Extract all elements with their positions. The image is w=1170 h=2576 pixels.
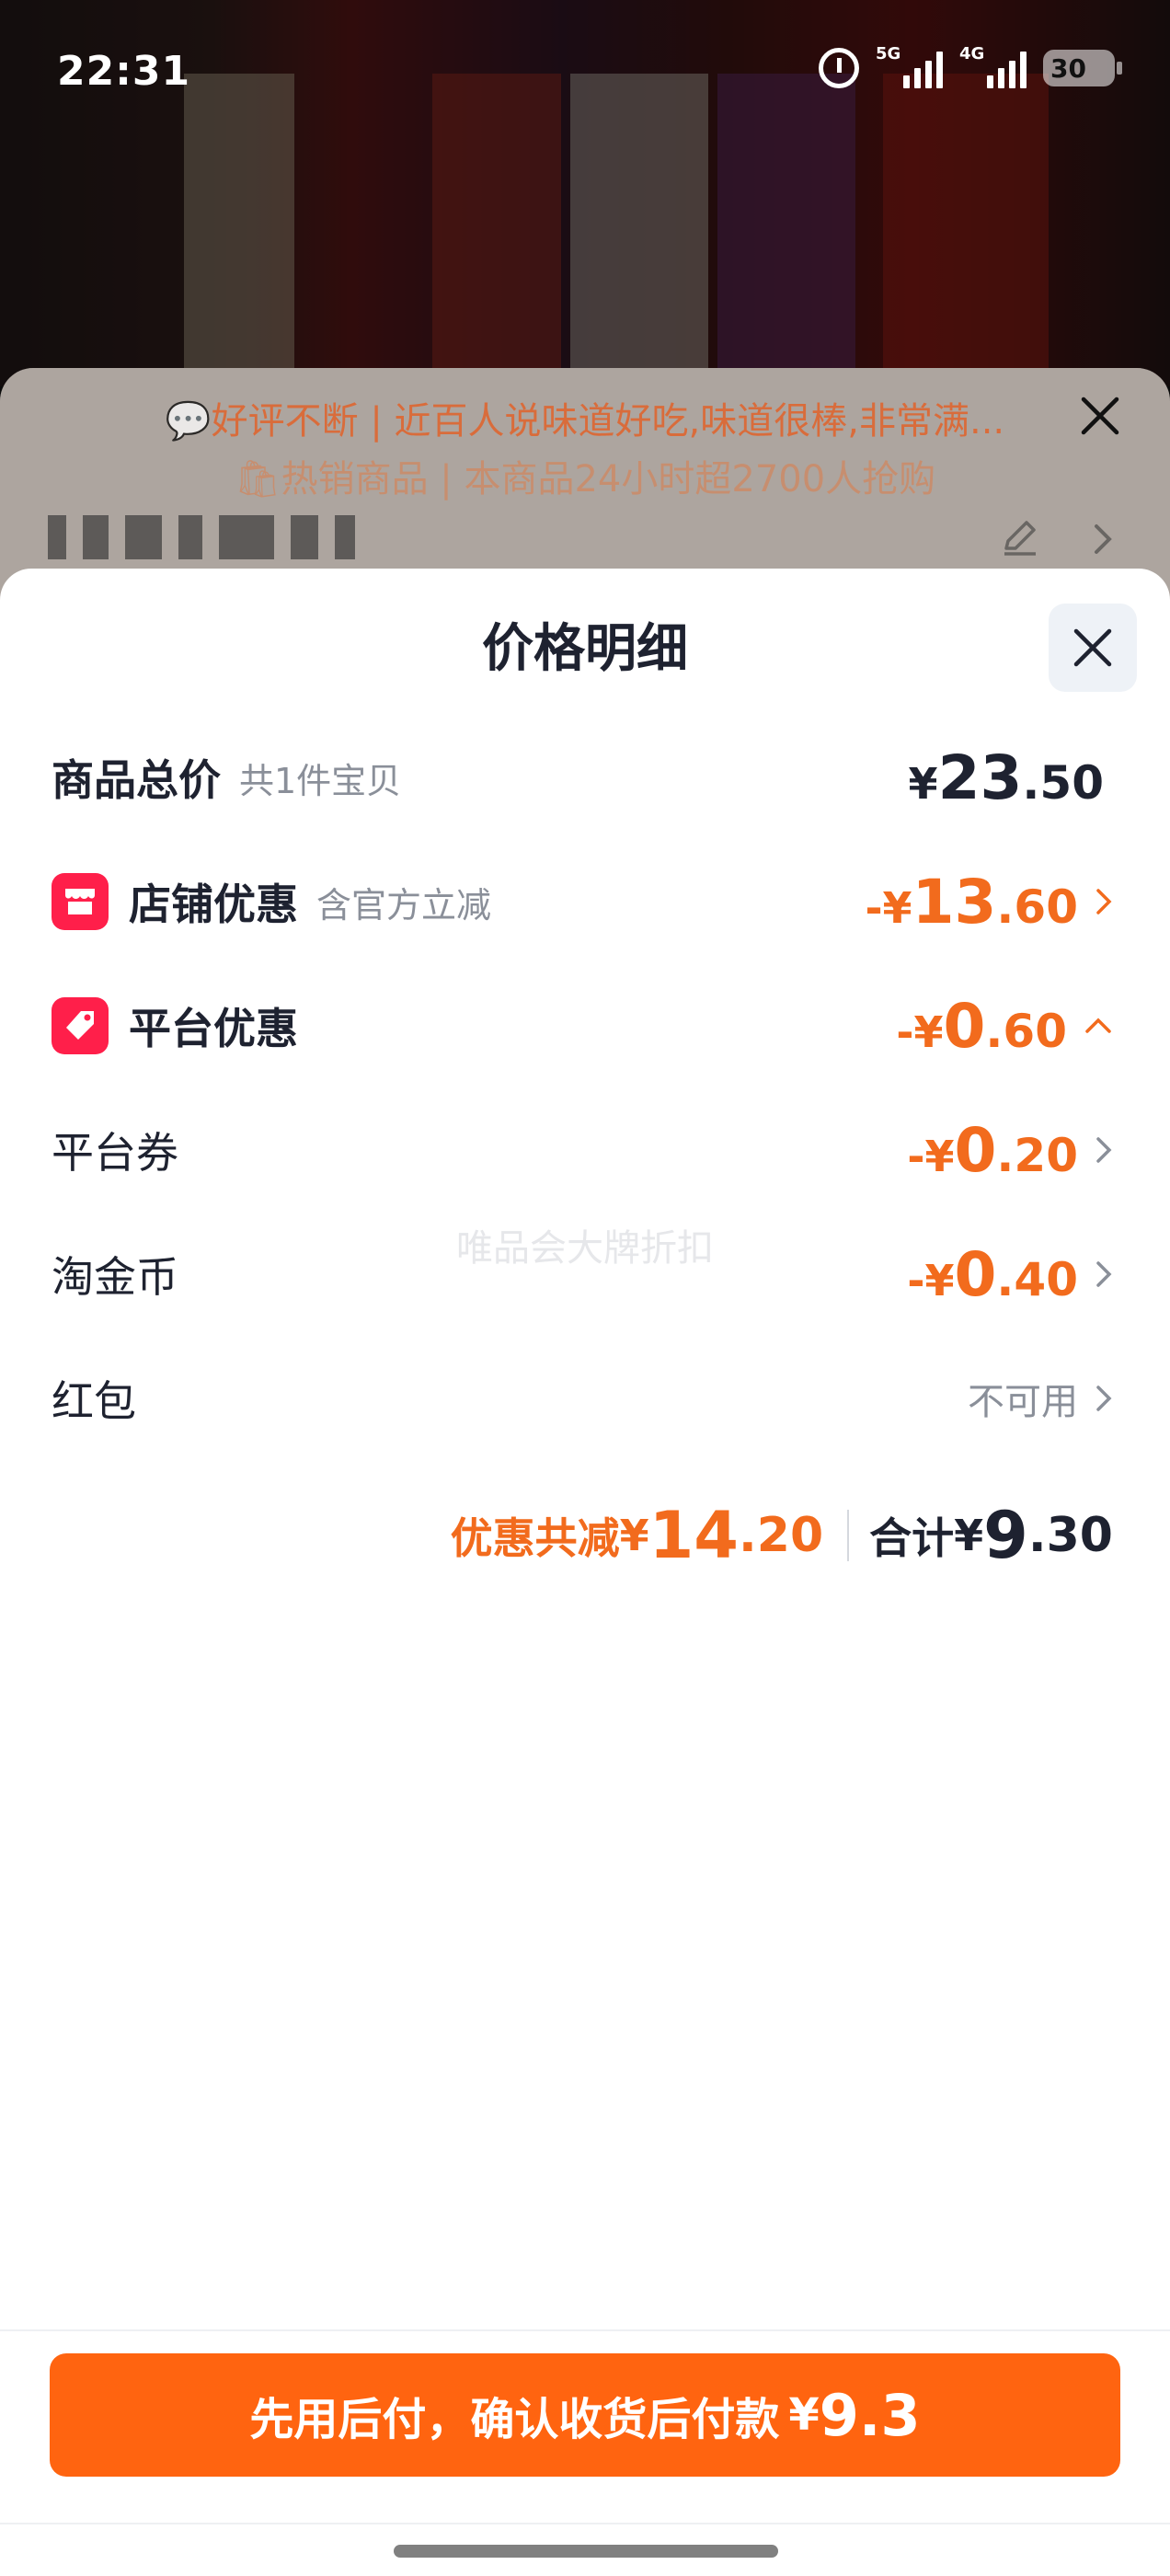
chevron-right-icon [1095, 887, 1113, 916]
grand-total-label: 合计 [869, 1513, 955, 1563]
chevron-up-icon [1084, 1017, 1113, 1035]
bottom-divider [0, 2523, 1170, 2524]
row-shop-discount[interactable]: 店铺优惠 含官方立减 -¥13.60 [52, 865, 1113, 938]
close-icon [1073, 628, 1112, 667]
price-summary: 优惠共减 ¥ 14 .20 合计 ¥ 9 .30 [451, 1498, 1113, 1573]
promo-hot-sale-text: 🛍热销商品 | 本商品24小时超2700人抢购 [234, 458, 936, 500]
tag-icon [52, 997, 109, 1054]
shop-discount-note: 含官方立减 [316, 884, 492, 926]
total-discount-label: 优惠共减 [450, 1513, 620, 1563]
chevron-right-icon [1095, 1384, 1113, 1413]
alarm-icon [819, 48, 859, 88]
status-bar: 22:31 5G 4G 30 [0, 0, 1170, 138]
red-packet-status: 不可用 [968, 1381, 1078, 1423]
network-type-label: 4G [959, 44, 985, 63]
platform-discount-value: -¥0.60 [896, 990, 1067, 1062]
chevron-right-icon [1095, 1135, 1113, 1165]
row-total-price: 商品总价 共1件宝贝 ¥23.50 [52, 741, 1113, 814]
price-detail-sheet: 价格明细 商品总价 共1件宝贝 ¥23.50 店铺优惠 含官方立减 -¥13.6… [0, 569, 1170, 2576]
total-price-value: ¥23.50 [908, 742, 1104, 813]
network-type-label: 5G [876, 44, 901, 63]
grand-total-int: 9 [983, 1498, 1028, 1573]
pay-button-text: 先用后付，确认收货后付款 [249, 2394, 780, 2445]
row-label: 店铺优惠 [129, 880, 298, 929]
background-close-icon[interactable] [1078, 394, 1122, 442]
pay-button-amount: 9.3 [819, 2381, 921, 2449]
grand-total-currency: ¥ [954, 1511, 984, 1560]
sheet-title: 价格明细 [482, 619, 688, 679]
battery-icon: 30 [1043, 50, 1122, 86]
grand-total-dec: .30 [1027, 1508, 1113, 1563]
row-label: 平台券 [52, 1128, 178, 1178]
row-platform-discount[interactable]: 平台优惠 -¥0.60 [52, 989, 1113, 1063]
chevron-right-icon[interactable] [1091, 521, 1115, 561]
row-label: 淘金币 [52, 1252, 178, 1302]
blurred-shop-name [48, 515, 355, 559]
total-discount-dec: .20 [739, 1508, 824, 1563]
shop-icon [52, 873, 109, 930]
total-discount-currency: ¥ [619, 1511, 649, 1560]
promo-reviews-text: 💬好评不断 | 近百人说味道好吃,味道很棒,非常满... [165, 400, 1005, 443]
platform-coupon-value: -¥0.20 [907, 1114, 1078, 1186]
close-button[interactable] [1049, 604, 1137, 692]
row-platform-coupon[interactable]: 平台券 -¥0.20 [52, 1113, 1113, 1187]
pay-later-button[interactable]: 先用后付，确认收货后付款 ¥ 9.3 [50, 2353, 1120, 2477]
status-time: 22:31 [57, 48, 191, 95]
row-red-packet[interactable]: 红包 不可用 [52, 1362, 1113, 1435]
row-label: 商品总价 [52, 755, 221, 805]
shop-discount-value: -¥13.60 [865, 866, 1078, 937]
home-indicator[interactable] [394, 2545, 778, 2558]
chevron-right-icon [1095, 1259, 1113, 1289]
signal-5g-icon: 5G [876, 44, 943, 88]
signal-4g-icon: 4G [959, 44, 1027, 88]
total-discount-int: 14 [648, 1498, 740, 1573]
pay-button-currency: ¥ [788, 2389, 820, 2441]
status-icons: 5G 4G 30 [819, 44, 1122, 88]
footer-divider [0, 2329, 1170, 2331]
row-taojinbi[interactable]: 淘金币 -¥0.40 [52, 1237, 1113, 1311]
battery-level: 30 [1050, 52, 1086, 84]
row-label: 红包 [52, 1376, 136, 1426]
edit-icon[interactable] [999, 515, 1041, 561]
summary-divider [847, 1510, 850, 1561]
item-count: 共1件宝贝 [239, 760, 402, 801]
taojinbi-value: -¥0.40 [907, 1238, 1078, 1310]
row-label: 平台优惠 [129, 1004, 298, 1053]
